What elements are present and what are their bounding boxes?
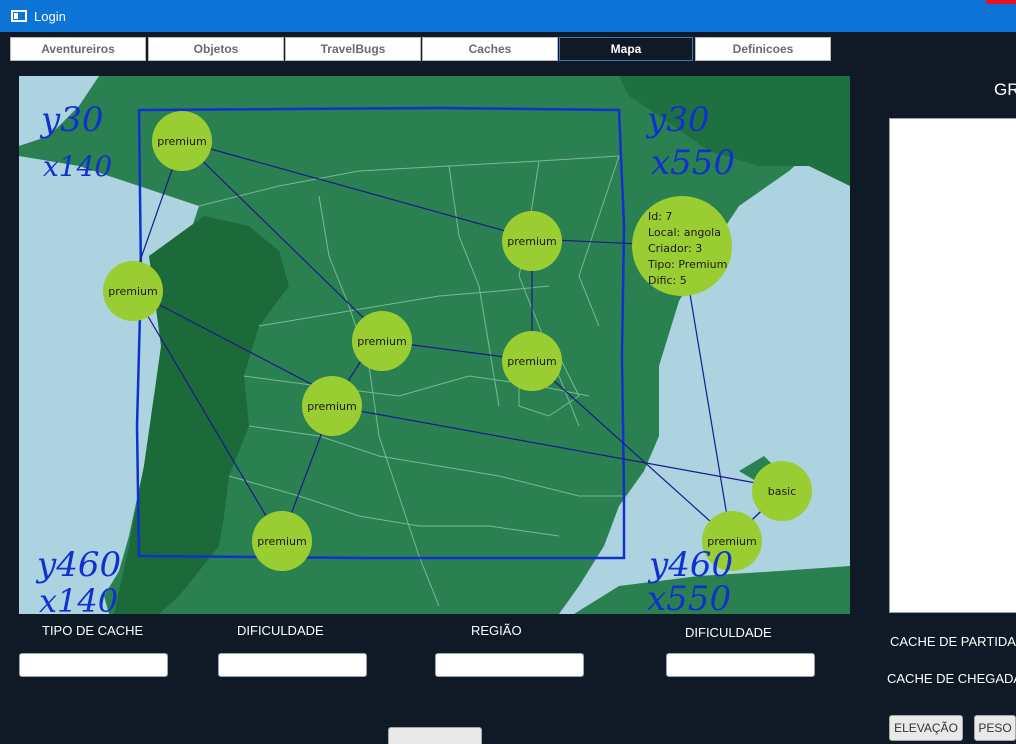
dificuldade-label: DIFICULDADE [237, 623, 324, 638]
annot-tr-x: x550 [651, 143, 735, 183]
info-dific: Dific: 5 [648, 274, 687, 287]
action-button[interactable] [388, 727, 482, 744]
cache-partida-label: CACHE DE PARTIDA [890, 634, 1016, 649]
info-local: Local: angola [648, 226, 721, 239]
node-label: premium [157, 135, 207, 148]
annot-bl-x: x140 [39, 582, 118, 614]
tab-definicoes[interactable]: Definicoes [695, 37, 831, 61]
title-bar: Login [0, 0, 1016, 32]
peso-button[interactable]: PESO [974, 715, 1016, 741]
tipo-cache-field[interactable] [19, 653, 168, 677]
annot-tr-y: y30 [645, 100, 709, 140]
regiao-label: REGIÃO [471, 623, 522, 638]
dificuldade2-field[interactable] [666, 653, 815, 677]
tab-caches[interactable]: Caches [422, 37, 558, 61]
node-label: basic [768, 485, 797, 498]
annot-tl-x: x140 [43, 150, 112, 183]
annot-br-x: x550 [647, 579, 731, 614]
tab-aventureiros[interactable]: Aventureiros [10, 37, 146, 61]
node-label: premium [507, 235, 557, 248]
right-panel-area[interactable] [889, 118, 1016, 613]
dificuldade2-label: DIFICULDADE [685, 625, 772, 640]
tab-mapa[interactable]: Mapa [559, 37, 693, 61]
window-title: Login [34, 9, 66, 24]
dificuldade-field[interactable] [218, 653, 367, 677]
node-label: premium [108, 285, 158, 298]
node-label: premium [257, 535, 307, 548]
tab-objetos[interactable]: Objetos [148, 37, 284, 61]
map-view[interactable]: premium premium premium premium premium … [19, 76, 850, 614]
node-label: premium [507, 355, 557, 368]
cache-chegada-label: CACHE DE CHEGADA [887, 671, 1016, 686]
node-label: premium [307, 400, 357, 413]
info-criador: Criador: 3 [648, 242, 702, 255]
annot-tl-y: y30 [39, 100, 103, 140]
node-label: premium [357, 335, 407, 348]
tab-travelbugs[interactable]: TravelBugs [285, 37, 421, 61]
regiao-field[interactable] [435, 653, 584, 677]
info-id: Id: 7 [648, 210, 672, 223]
elevacao-button[interactable]: ELEVAÇÃO [889, 715, 963, 741]
map-canvas: premium premium premium premium premium … [19, 76, 850, 614]
info-tipo: Tipo: Premium [647, 258, 727, 271]
window-icon [11, 10, 27, 22]
tipo-cache-label: TIPO DE CACHE [42, 623, 144, 638]
right-panel-title: GR [994, 80, 1016, 99]
close-button-edge[interactable] [986, 0, 1016, 4]
annot-bl-y: y460 [35, 545, 121, 585]
